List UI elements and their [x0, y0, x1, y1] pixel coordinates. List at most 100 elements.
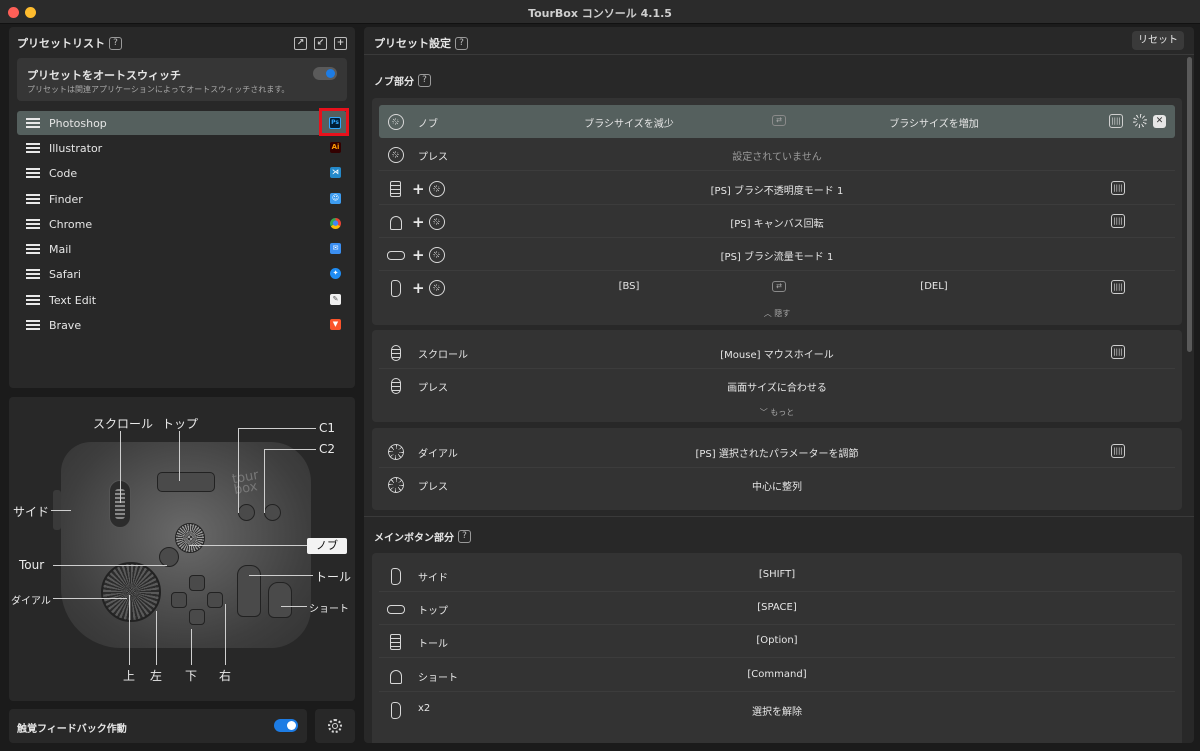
dpad-up-button[interactable] — [189, 575, 205, 591]
import-icon[interactable]: ↙ — [314, 36, 327, 50]
row-action[interactable]: [PS] ブラシ流量モード 1 — [379, 248, 1175, 263]
row-action[interactable]: [Mouse] マウスホイール — [379, 346, 1175, 361]
help-icon[interactable]: ? — [458, 530, 471, 543]
row-action-left[interactable]: ブラシサイズを減少 — [529, 115, 729, 130]
add-preset-icon[interactable]: + — [334, 36, 347, 50]
preset-name: Code — [49, 166, 78, 180]
leader-line — [129, 595, 130, 665]
row-action[interactable]: [Command] — [379, 669, 1175, 680]
row-action[interactable]: [PS] キャンバス回転 — [379, 215, 1175, 230]
row-action[interactable]: [Option] — [379, 635, 1175, 646]
preset-item-photoshop[interactable]: Photoshop Ps — [17, 108, 349, 136]
label-knob-selected[interactable]: ノブ — [307, 538, 347, 554]
preset-item-mail[interactable]: Mail ✉ — [17, 237, 347, 261]
dial-row-press[interactable]: プレス 中心に整列 — [379, 468, 1175, 501]
tour-button-control[interactable] — [159, 547, 179, 567]
export-icon[interactable]: ↗ — [294, 36, 307, 50]
preset-item-chrome[interactable]: Chrome ● — [17, 212, 347, 236]
row-action[interactable]: [SHIFT] — [379, 569, 1175, 580]
scroll-row-press[interactable]: プレス 画面サイズに合わせる — [379, 369, 1175, 402]
dial-row-rotate[interactable]: ダイアル [PS] 選択されたパラメーターを調節 |||| — [379, 435, 1175, 468]
knob-row-rotate[interactable]: ノブ ブラシサイズを減少 ⇄ ブラシサイズを増加 |||| ✕ — [379, 105, 1175, 138]
leader-line — [264, 449, 316, 450]
drag-handle-icon[interactable] — [26, 143, 40, 153]
haptic-wave-icon[interactable]: |||| — [1111, 280, 1125, 294]
preset-item-text-edit[interactable]: Text Edit ✎ — [17, 288, 347, 312]
row-action[interactable]: 画面サイズに合わせる — [379, 379, 1175, 394]
window-title: TourBox コンソール 4.1.5 — [528, 7, 672, 20]
row-action[interactable]: 設定されていません — [379, 148, 1175, 163]
settings-button[interactable] — [315, 709, 355, 743]
preset-item-safari[interactable]: Safari ✦ — [17, 262, 347, 286]
c1-button-control[interactable] — [238, 504, 255, 521]
main-row-tall[interactable]: トール [Option] — [379, 625, 1175, 658]
drag-handle-icon[interactable] — [26, 295, 40, 305]
main-row-short[interactable]: ショート [Command] — [379, 659, 1175, 692]
haptic-wave-icon[interactable]: |||| — [1111, 181, 1125, 195]
textedit-icon: ✎ — [330, 294, 341, 305]
knob-row-top-combo[interactable]: + [PS] ブラシ流量モード 1 — [379, 238, 1175, 271]
row-action-right[interactable]: [DEL] — [834, 281, 1034, 292]
short-button-control[interactable] — [268, 582, 292, 618]
dpad-right-button[interactable] — [207, 592, 223, 608]
row-action-right[interactable]: ブラシサイズを増加 — [834, 115, 1034, 130]
dial-control[interactable] — [101, 562, 161, 622]
help-icon[interactable]: ? — [418, 74, 431, 87]
row-action[interactable]: 中心に整列 — [379, 478, 1175, 493]
auto-switch-box: プリセットをオートスウィッチ プリセットは関連アプリケーションによってオートスウ… — [17, 58, 347, 101]
preset-item-finder[interactable]: Finder ☺ — [17, 187, 347, 211]
help-icon[interactable]: ? — [109, 36, 122, 50]
main-row-top[interactable]: トップ [SPACE] — [379, 592, 1175, 625]
drag-handle-icon[interactable] — [26, 320, 40, 330]
hide-toggle[interactable]: ︿ 隠す — [372, 308, 1182, 319]
drag-handle-icon[interactable] — [26, 269, 40, 279]
dpad-down-button[interactable] — [189, 609, 205, 625]
top-button-control[interactable] — [157, 472, 215, 492]
drag-handle-icon[interactable] — [26, 118, 40, 128]
haptic-wave-icon[interactable]: |||| — [1111, 444, 1125, 458]
preset-item-code[interactable]: Code ⋊ — [17, 161, 347, 185]
drag-handle-icon[interactable] — [26, 244, 40, 254]
haptic-wave-icon[interactable]: |||| — [1111, 214, 1125, 228]
row-action[interactable]: [SPACE] — [379, 602, 1175, 613]
row-action-left[interactable]: [BS] — [529, 281, 729, 292]
c2-button-control[interactable] — [264, 504, 281, 521]
preset-settings-title: プリセット設定 — [374, 37, 451, 50]
knob-row-press[interactable]: プレス 設定されていません — [379, 138, 1175, 171]
row-action[interactable]: [PS] ブラシ不透明度モード 1 — [379, 182, 1175, 197]
swap-icon[interactable]: ⇄ — [772, 281, 786, 292]
drag-handle-icon[interactable] — [26, 168, 40, 178]
knob-row-tall-combo[interactable]: + [PS] ブラシ不透明度モード 1 |||| — [379, 172, 1175, 205]
row-action[interactable]: [PS] 選択されたパラメーターを調節 — [379, 445, 1175, 460]
drag-handle-icon[interactable] — [26, 219, 40, 229]
finder-icon: ☺ — [330, 193, 341, 204]
haptic-feedback-panel: 触覚フィードバック作動 — [9, 709, 307, 743]
tall-button-control[interactable] — [237, 565, 261, 617]
swap-icon[interactable]: ⇄ — [772, 115, 786, 126]
haptic-wave-icon[interactable]: |||| — [1109, 114, 1123, 128]
knob-row-side-combo[interactable]: + [BS] ⇄ [DEL] |||| — [379, 271, 1175, 304]
knob-control[interactable] — [175, 523, 205, 553]
dpad-left-button[interactable] — [171, 592, 187, 608]
reset-button[interactable]: リセット — [1132, 31, 1184, 50]
preset-name: Chrome — [49, 217, 93, 231]
label-short: ショート — [309, 604, 349, 615]
help-icon[interactable]: ? — [455, 36, 468, 50]
scrollbar[interactable] — [1187, 57, 1192, 352]
row-action[interactable]: 選択を解除 — [379, 703, 1175, 718]
haptic-feedback-toggle[interactable] — [274, 719, 298, 732]
main-row-side-x2[interactable]: x2 選択を解除 — [379, 693, 1175, 726]
preset-item-illustrator[interactable]: Illustrator Ai — [17, 136, 347, 160]
preset-name: Illustrator — [49, 141, 103, 155]
main-row-side[interactable]: サイド [SHIFT] — [379, 559, 1175, 592]
haptic-wave-icon[interactable]: |||| — [1111, 345, 1125, 359]
preset-item-brave[interactable]: Brave ▼ — [17, 313, 347, 337]
drag-handle-icon[interactable] — [26, 194, 40, 204]
close-icon[interactable]: ✕ — [1153, 115, 1166, 128]
leader-line — [281, 606, 307, 607]
knob-row-short-combo[interactable]: + [PS] キャンバス回転 |||| — [379, 205, 1175, 238]
speed-icon[interactable] — [1133, 114, 1147, 128]
auto-switch-toggle[interactable] — [313, 67, 337, 80]
more-toggle[interactable]: ﹀ もっと — [372, 407, 1182, 418]
scroll-row-rotate[interactable]: スクロール [Mouse] マウスホイール |||| — [379, 336, 1175, 369]
